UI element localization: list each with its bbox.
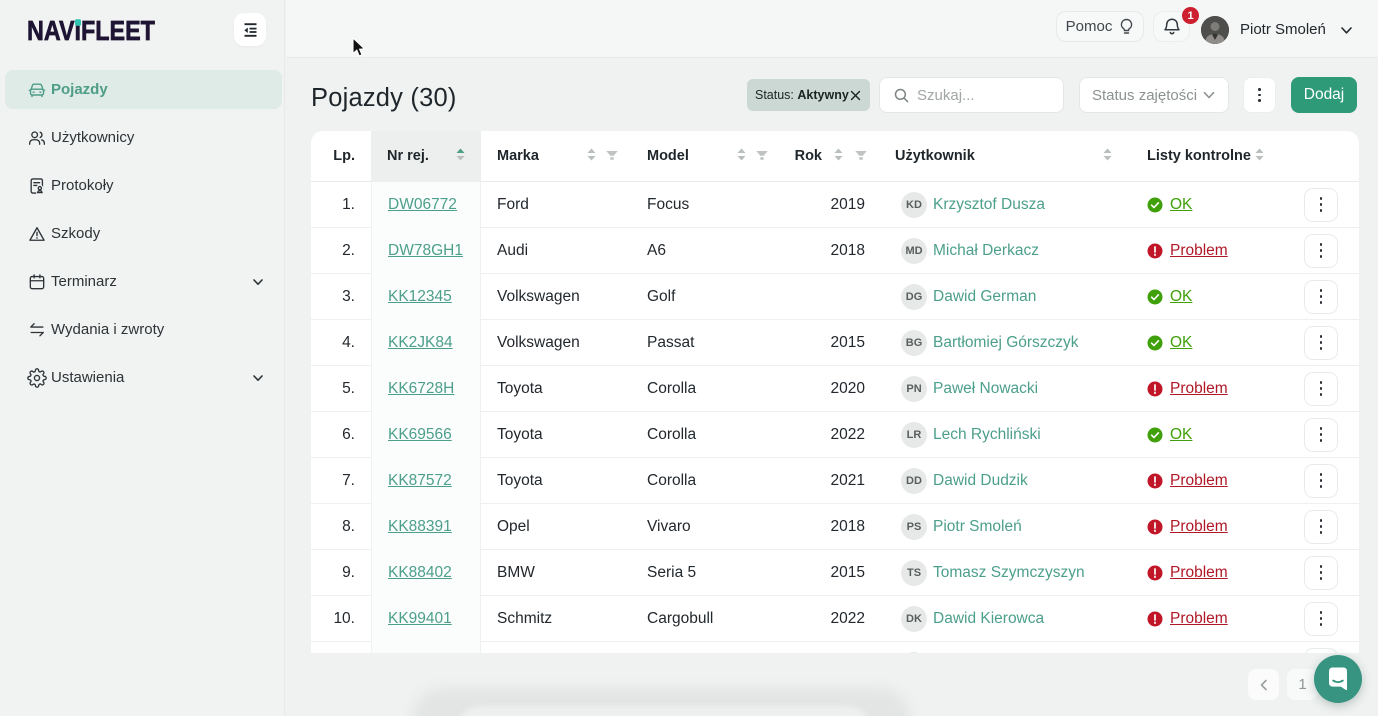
svg-text:NAVIFLEET: NAVIFLEET [27,16,155,44]
